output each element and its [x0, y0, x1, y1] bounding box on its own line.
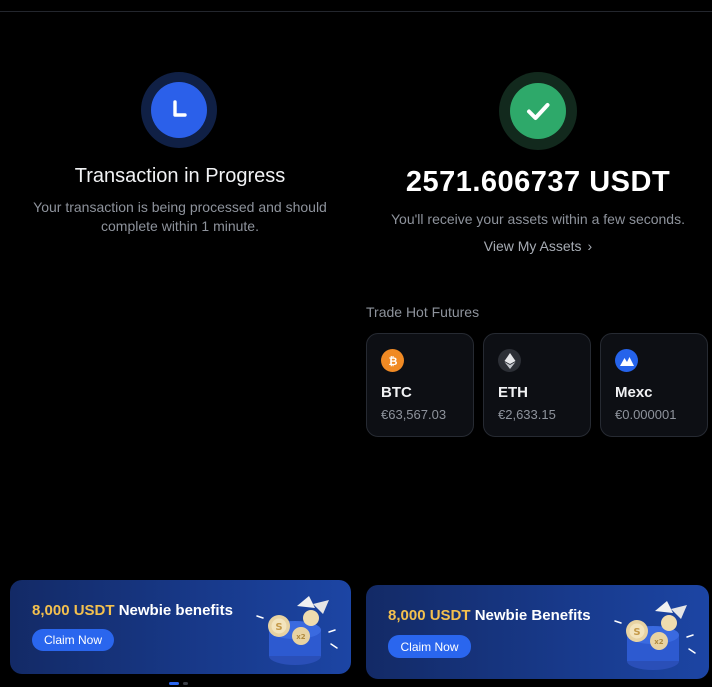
newbie-benefits-banner[interactable]: 8,000 USDT Newbie benefits Claim Now S x…: [10, 580, 351, 674]
carousel-dot[interactable]: [183, 682, 188, 685]
svg-text:₿: ₿: [388, 355, 397, 368]
futures-card-name: Mexc: [615, 384, 653, 401]
gift-box-icon: S x2: [256, 596, 338, 665]
svg-text:x2: x2: [654, 638, 664, 646]
page-title: Transaction in Progress: [74, 165, 286, 187]
futures-card-eth[interactable]: ETH €2,633.15: [483, 333, 591, 437]
futures-list: ₿ BTC €63,567.03 ETH €2,633.15 Mexc €0.0: [366, 333, 708, 437]
banner-title: 8,000 USDT Newbie Benefits: [388, 607, 591, 624]
success-status: [499, 72, 577, 150]
pending-description: Your transaction is being processed and …: [33, 199, 327, 234]
success-panel: 2571.606737 USDT You'll receive your ass…: [360, 0, 712, 687]
futures-section-title: Trade Hot Futures: [366, 304, 480, 320]
carousel-dot-active[interactable]: [169, 682, 179, 685]
receive-message: You'll receive your assets within a few …: [391, 211, 685, 227]
futures-card-btc[interactable]: ₿ BTC €63,567.03: [366, 333, 474, 437]
banner-highlight: 8,000 USDT: [32, 602, 115, 619]
claim-now-button[interactable]: Claim Now: [388, 635, 471, 658]
futures-card-name: BTC: [381, 384, 412, 401]
futures-card-price: €2,633.15: [498, 407, 556, 422]
banner-highlight: 8,000 USDT: [388, 607, 471, 624]
carousel-indicator[interactable]: [169, 682, 188, 685]
received-amount: 2571.606737 USDT: [405, 166, 671, 198]
futures-card-mexc[interactable]: Mexc €0.000001: [600, 333, 708, 437]
view-my-assets-link[interactable]: View My Assets ›: [360, 238, 712, 254]
checkmark-icon: [510, 83, 566, 139]
claim-now-button[interactable]: Claim Now: [32, 629, 114, 651]
svg-text:S: S: [633, 627, 640, 638]
bitcoin-icon: ₿: [381, 349, 404, 372]
chevron-right-icon: ›: [587, 238, 593, 254]
futures-card-name: ETH: [498, 384, 528, 401]
banner-title: 8,000 USDT Newbie benefits: [32, 602, 233, 619]
newbie-benefits-banner[interactable]: 8,000 USDT Newbie Benefits Claim Now S x…: [366, 585, 709, 679]
pending-status: [141, 72, 217, 148]
svg-text:S: S: [275, 622, 282, 633]
banner-text: Newbie benefits: [118, 602, 233, 619]
banner-text: Newbie Benefits: [474, 607, 591, 624]
futures-card-price: €0.000001: [615, 407, 677, 422]
ethereum-icon: [498, 349, 521, 372]
futures-card-price: €63,567.03: [381, 407, 447, 422]
clock-icon: [151, 82, 207, 138]
svg-text:x2: x2: [296, 633, 306, 641]
view-my-assets-label: View My Assets: [483, 238, 582, 254]
mexc-icon: [615, 349, 638, 372]
gift-box-icon: S x2: [614, 601, 696, 670]
